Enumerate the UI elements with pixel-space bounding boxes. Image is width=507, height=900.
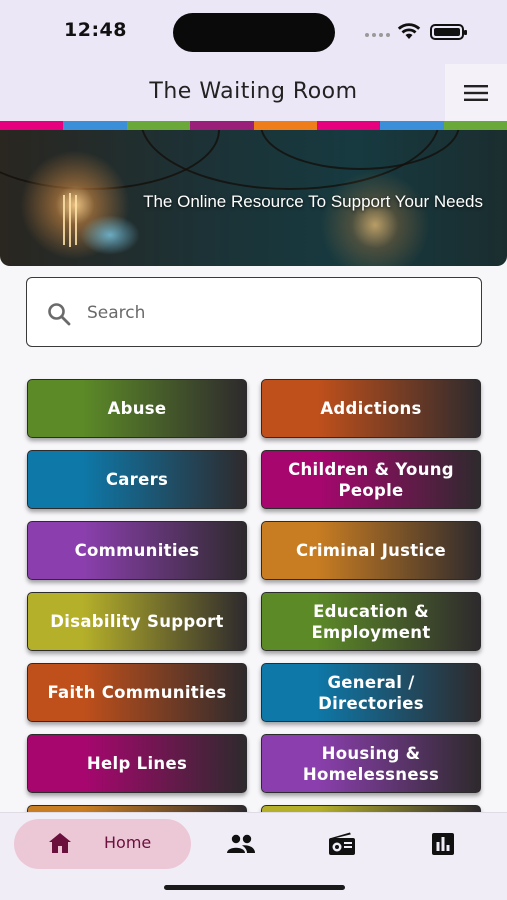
stripe-segment: [190, 121, 254, 130]
category-button-communities[interactable]: Communities: [27, 521, 247, 580]
category-button-item-12[interactable]: [27, 805, 247, 812]
category-grid: Abuse Addictions Carers Children & Young Pe…: [0, 370, 507, 812]
nav-radio[interactable]: [327, 831, 357, 857]
category-button-faith-communities[interactable]: Faith Communities: [27, 663, 247, 722]
category-button-help-lines[interactable]: Help Lines: [27, 734, 247, 793]
category-button-disability-support[interactable]: Disability Support: [27, 592, 247, 651]
category-button-education-employment[interactable]: Education & Employment: [261, 592, 481, 651]
dynamic-island: [173, 13, 335, 52]
app-header: The Waiting Room: [0, 64, 507, 121]
category-label: Addictions: [320, 399, 422, 418]
category-button-children-young-people[interactable]: Children & Young People: [261, 450, 481, 509]
category-label: Abuse: [107, 399, 167, 418]
stripe-segment: [380, 121, 444, 130]
signal-icon: [365, 33, 390, 37]
category-button-item-13[interactable]: [261, 805, 481, 812]
category-button-criminal-justice[interactable]: Criminal Justice: [261, 521, 481, 580]
nav-home-label: Home: [104, 833, 152, 852]
category-label: Communities: [74, 541, 200, 560]
battery-icon: [430, 24, 467, 40]
light-bulb-image: [320, 170, 430, 266]
app-title: The Waiting Room: [149, 79, 358, 104]
category-label: Criminal Justice: [295, 541, 447, 560]
home-icon: [49, 833, 71, 853]
category-button-general-directories[interactable]: General / Directories: [261, 663, 481, 722]
category-button-housing-homelessness[interactable]: Housing & Homelessness: [261, 734, 481, 793]
category-button-carers[interactable]: Carers: [27, 450, 247, 509]
category-button-addictions[interactable]: Addictions: [261, 379, 481, 438]
color-stripe: [0, 121, 507, 130]
hero-tagline: The Online Resource To Support Your Need…: [143, 192, 483, 211]
status-time: 12:48: [64, 19, 127, 41]
stripe-segment: [0, 121, 64, 130]
category-label: Carers: [105, 470, 169, 489]
people-icon: [227, 834, 255, 853]
stripe-segment: [253, 121, 317, 130]
wifi-icon: [397, 23, 421, 39]
stripe-segment: [316, 121, 381, 130]
stripe-segment: [443, 121, 507, 130]
bar-chart-icon: [432, 833, 454, 855]
category-button-abuse[interactable]: Abuse: [27, 379, 247, 438]
nav-stats[interactable]: [428, 831, 458, 857]
category-label: Disability Support: [50, 612, 224, 631]
category-label: Children & Young People: [288, 459, 454, 500]
radio-icon: [329, 832, 355, 855]
search-box[interactable]: [26, 277, 482, 347]
stripe-segment: [126, 121, 191, 130]
category-label: Education & Employment: [311, 601, 431, 642]
hamburger-menu-icon: [464, 84, 488, 101]
category-label: Help Lines: [86, 754, 188, 773]
hero-banner: The Online Resource To Support Your Need…: [0, 130, 507, 266]
search-icon: [48, 303, 71, 326]
search-input[interactable]: [87, 300, 447, 326]
menu-button[interactable]: [445, 64, 507, 121]
status-bar: 12:48: [0, 0, 507, 64]
category-label: Faith Communities: [47, 683, 227, 702]
stripe-segment: [63, 121, 127, 130]
home-indicator: [164, 885, 345, 890]
nav-home[interactable]: Home: [14, 819, 191, 869]
category-label: Housing & Homelessness: [302, 743, 440, 784]
nav-people[interactable]: [226, 831, 256, 857]
category-label: General / Directories: [318, 672, 424, 713]
filament-graphic: [63, 193, 77, 247]
